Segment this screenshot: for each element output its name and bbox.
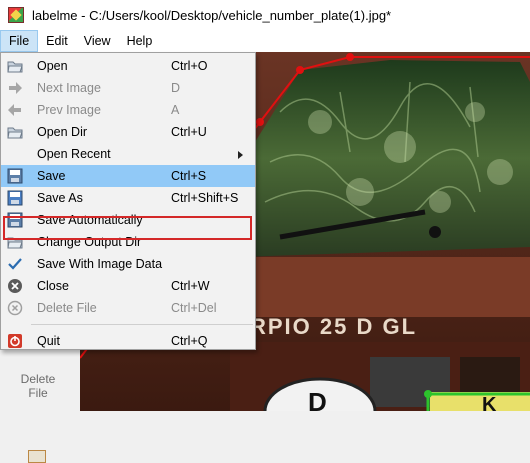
menu-item-save-as[interactable]: Save As Ctrl+Shift+S	[1, 187, 255, 209]
save-icon	[7, 168, 23, 184]
menu-item-save[interactable]: Save Ctrl+S	[1, 165, 255, 187]
country-badge-letter: D	[308, 387, 327, 411]
delete-circle-icon	[7, 300, 23, 316]
menu-item-save-automatically[interactable]: Save Automatically	[1, 209, 255, 231]
quit-icon	[8, 334, 22, 348]
menu-item-save-with-image-data[interactable]: Save With Image Data	[1, 253, 255, 275]
menu-item-shortcut: Ctrl+Q	[171, 334, 208, 348]
menu-item-label: Close	[37, 279, 69, 293]
prev-arrow-icon	[8, 104, 21, 116]
open-folder-icon	[7, 127, 23, 139]
menu-help[interactable]: Help	[119, 30, 161, 52]
submenu-arrow-icon	[238, 151, 243, 159]
menu-bar: File Edit View Help	[0, 30, 530, 52]
menu-item-label: Delete File	[37, 301, 97, 315]
menu-item-label: Change Output Dir	[37, 235, 142, 249]
close-circle-icon	[8, 279, 22, 293]
menu-item-shortcut: Ctrl+O	[171, 59, 208, 73]
menu-item-shortcut: Ctrl+U	[171, 125, 207, 139]
menu-item-label: Open Dir	[37, 125, 88, 139]
menu-item-close[interactable]: Close Ctrl+W	[1, 275, 255, 297]
open-folder-icon	[7, 61, 23, 73]
menu-item-open-recent[interactable]: Open Recent	[1, 143, 255, 165]
plate-fragment: K	[482, 394, 497, 411]
plate-text: RPIO 25 D GL	[250, 314, 417, 339]
menu-item-label: Save Automatically	[37, 213, 143, 227]
polygon-vertex[interactable]	[296, 66, 304, 74]
menu-item-next-image[interactable]: Next Image D	[1, 77, 255, 99]
polygon-vertex[interactable]	[256, 118, 264, 126]
window-title: labelme - C:/Users/kool/Desktop/vehicle_…	[32, 7, 392, 23]
menu-file[interactable]: File	[0, 30, 39, 52]
menu-item-label: Next Image	[37, 81, 101, 95]
menu-item-open-dir[interactable]: Open Dir Ctrl+U	[1, 121, 255, 143]
save-as-icon	[7, 190, 23, 206]
window-title-bar: labelme - C:/Users/kool/Desktop/vehicle_…	[0, 0, 530, 30]
menu-item-prev-image[interactable]: Prev Image A	[1, 99, 255, 121]
menu-item-label: Open	[37, 59, 68, 73]
next-tool-icon[interactable]	[28, 450, 46, 463]
delete-file-tool-label: Delete File	[20, 372, 56, 400]
menu-item-shortcut: Ctrl+S	[171, 169, 207, 183]
menu-item-shortcut: Ctrl+W	[171, 279, 210, 293]
labelme-app-icon	[8, 7, 24, 23]
menu-item-shortcut: Ctrl+Shift+S	[171, 191, 239, 205]
menu-item-shortcut: Ctrl+Del	[171, 301, 217, 315]
menu-separator	[31, 324, 253, 325]
delete-file-tool-button[interactable]: Delete File	[0, 352, 76, 400]
menu-item-label: Save With Image Data	[37, 257, 163, 271]
checkmark-icon	[8, 258, 22, 270]
polygon-vertex[interactable]	[424, 390, 432, 398]
save-icon	[7, 212, 23, 228]
menu-item-label: Prev Image	[37, 103, 101, 117]
delete-file-icon	[29, 352, 47, 370]
menu-item-label: Open Recent	[37, 147, 111, 161]
menu-item-open[interactable]: Open Ctrl+O	[1, 55, 255, 77]
menu-item-change-output-dir[interactable]: Change Output Dir	[1, 231, 255, 253]
file-menu-dropdown: Open Ctrl+O Next Image D Prev Image A Op…	[0, 52, 256, 350]
menu-edit[interactable]: Edit	[38, 30, 76, 52]
menu-view[interactable]: View	[76, 30, 119, 52]
menu-item-label: Save	[37, 169, 66, 183]
open-folder-icon	[7, 237, 23, 249]
menu-item-delete-file[interactable]: Delete File Ctrl+Del	[1, 297, 255, 319]
polygon-vertex[interactable]	[346, 53, 354, 61]
menu-item-label: Quit	[37, 334, 60, 348]
menu-item-quit[interactable]: Quit Ctrl+Q	[1, 330, 255, 352]
menu-item-label: Save As	[37, 191, 83, 205]
menu-item-shortcut: A	[171, 103, 180, 117]
menu-item-shortcut: D	[171, 81, 181, 95]
next-arrow-icon	[9, 82, 22, 94]
